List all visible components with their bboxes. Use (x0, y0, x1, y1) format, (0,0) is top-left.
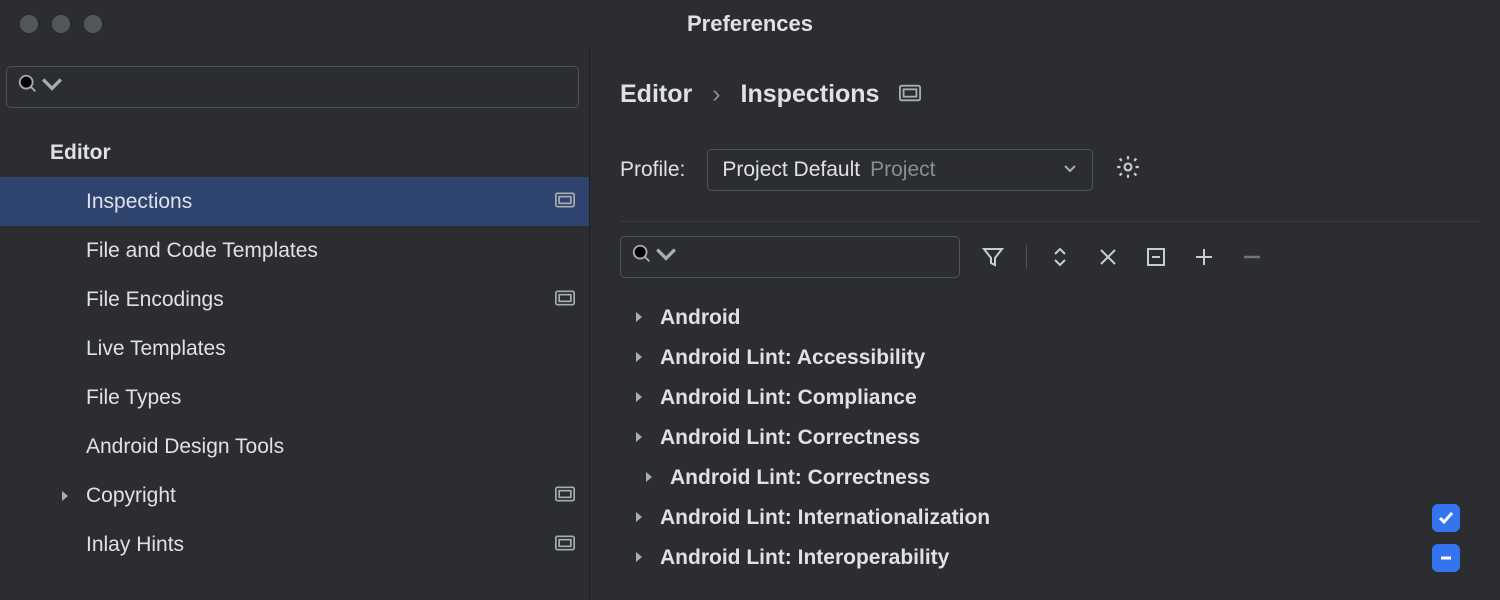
close-window-button[interactable] (20, 15, 38, 33)
search-icon (17, 73, 39, 101)
sidebar-item-label: Android Design Tools (86, 435, 284, 459)
sidebar-item[interactable]: Inlay Hints (0, 520, 589, 569)
chevron-right-icon (632, 306, 646, 330)
breadcrumb: Editor › Inspections (620, 80, 1500, 109)
inspection-category-row[interactable]: Android Lint: Correctness (620, 458, 1500, 498)
sidebar-item-label: Copyright (86, 484, 176, 508)
dropdown-caret-icon (41, 73, 63, 101)
panel-icon (555, 190, 575, 214)
disable-button[interactable] (1141, 242, 1171, 272)
toolbar-separator (1026, 245, 1027, 269)
inspection-category-name: Android Lint: Interoperability (660, 546, 949, 570)
chevron-right-icon (632, 386, 646, 410)
sidebar-item[interactable]: File and Code Templates (0, 226, 589, 275)
chevron-right-icon (632, 426, 646, 450)
minimize-window-button[interactable] (52, 15, 70, 33)
inspection-category-name: Android Lint: Internationalization (660, 506, 990, 530)
sidebar-item[interactable]: Inspections (0, 177, 589, 226)
chevron-down-icon (1062, 158, 1078, 182)
inspection-category-row[interactable]: Android Lint: Correctness (620, 418, 1500, 458)
content-panel: Editor › Inspections Profile: Project De… (590, 48, 1500, 600)
inspection-category-row[interactable]: Android Lint: Accessibility (620, 338, 1500, 378)
sidebar-search[interactable] (6, 66, 579, 108)
inspection-category-row[interactable]: Android Lint: Internationalization (620, 498, 1500, 538)
chevron-right-icon (632, 346, 646, 370)
settings-tree: Editor Inspections File and Code Template… (0, 128, 589, 600)
zoom-window-button[interactable] (84, 15, 102, 33)
panel-icon (555, 484, 575, 508)
chevron-right-icon (632, 506, 646, 530)
checkbox-mixed[interactable] (1432, 544, 1460, 572)
sidebar-item-label: File and Code Templates (86, 239, 318, 263)
expand-arrow-icon (58, 489, 86, 503)
sidebar-section-label: Editor (50, 141, 111, 165)
breadcrumb-root[interactable]: Editor (620, 80, 692, 109)
add-inspection-button[interactable] (1189, 242, 1219, 272)
divider (620, 221, 1480, 222)
profile-select[interactable]: Project Default Project (707, 149, 1093, 191)
inspections-toolbar (620, 236, 1500, 278)
sidebar-item-label: Inspections (86, 190, 192, 214)
search-icon (631, 243, 653, 271)
sidebar-item-label: Inlay Hints (86, 533, 184, 557)
sidebar-item[interactable]: Live Templates (0, 324, 589, 373)
sidebar-item-label: File Types (86, 386, 181, 410)
dropdown-caret-icon (655, 243, 677, 271)
remove-inspection-button[interactable] (1237, 242, 1267, 272)
panel-icon (555, 288, 575, 312)
inspection-category-row[interactable]: Android Lint: Interoperability (620, 538, 1500, 578)
sidebar-item-label: Live Templates (86, 337, 226, 361)
chevron-right-icon (642, 466, 656, 490)
inspection-category-name: Android Lint: Correctness (660, 426, 920, 450)
profile-scope: Project (870, 158, 935, 182)
expand-collapse-button[interactable] (1045, 242, 1075, 272)
breadcrumb-leaf: Inspections (741, 80, 880, 109)
sidebar-section-editor[interactable]: Editor (0, 128, 589, 177)
profile-value: Project Default (722, 158, 860, 182)
inspection-category-name: Android Lint: Accessibility (660, 346, 925, 370)
profile-row: Profile: Project Default Project (620, 149, 1500, 191)
titlebar: Preferences (0, 0, 1500, 48)
profile-settings-button[interactable] (1115, 154, 1141, 186)
sidebar-item[interactable]: Copyright (0, 471, 589, 520)
chevron-right-icon (632, 546, 646, 570)
checkbox-checked[interactable] (1432, 504, 1460, 532)
sidebar-item[interactable]: File Encodings (0, 275, 589, 324)
profile-label: Profile: (620, 158, 685, 182)
inspection-category-name: Android Lint: Correctness (670, 466, 930, 490)
inspection-category-name: Android (660, 306, 740, 330)
reset-button[interactable] (1093, 242, 1123, 272)
panel-icon (899, 80, 921, 109)
breadcrumb-separator-icon: › (712, 80, 720, 109)
filter-button[interactable] (978, 242, 1008, 272)
window-title: Preferences (0, 11, 1500, 37)
panel-icon (555, 533, 575, 557)
inspection-category-name: Android Lint: Compliance (660, 386, 917, 410)
inspection-category-row[interactable]: Android (620, 298, 1500, 338)
inspection-category-row[interactable]: Android Lint: Compliance (620, 378, 1500, 418)
sidebar: Editor Inspections File and Code Template… (0, 48, 590, 600)
window-controls (0, 15, 102, 33)
inspections-tree[interactable]: Android Android Lint: Accessibility Androi… (620, 292, 1500, 578)
sidebar-item[interactable]: File Types (0, 373, 589, 422)
inspections-search[interactable] (620, 236, 960, 278)
sidebar-item-label: File Encodings (86, 288, 224, 312)
sidebar-item[interactable]: Android Design Tools (0, 422, 589, 471)
